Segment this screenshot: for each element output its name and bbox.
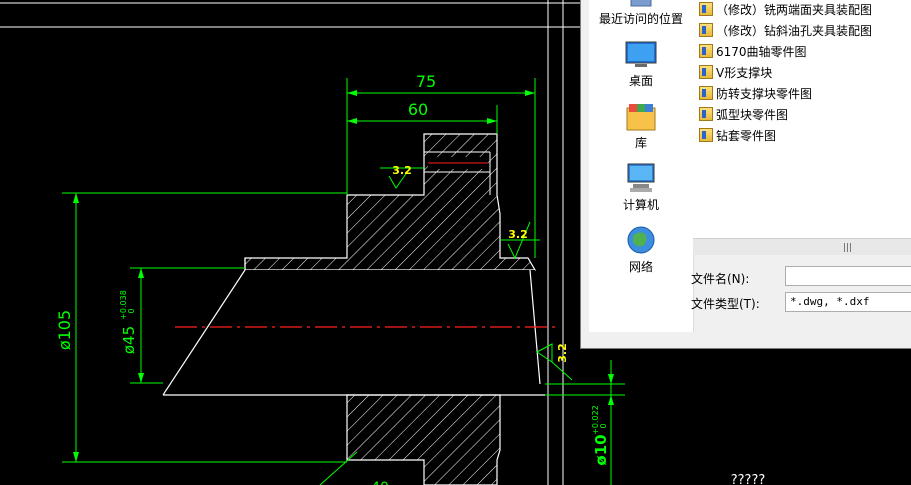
dwg-file-icon — [699, 128, 713, 142]
desktop-icon — [625, 41, 657, 67]
dwg-file-icon — [699, 23, 713, 37]
place-label: 桌面 — [628, 74, 653, 88]
places-bar: 最近访问的位置 桌面 库 计算机 网络 — [589, 0, 694, 332]
scrollbar-grip-icon[interactable]: ||| — [843, 243, 852, 253]
recent-places-icon — [630, 0, 652, 7]
library-icon — [626, 104, 656, 131]
dim-10-label: ø10 — [592, 434, 610, 465]
roughness-label-3: 3.2 — [556, 343, 569, 363]
place-computer[interactable]: 计算机 — [589, 162, 693, 213]
dim-45-tol-upper: +0.038 — [119, 290, 128, 320]
computer-icon — [627, 163, 655, 192]
filename-label: 文件名(N): — [691, 272, 750, 286]
part-section-hatched — [162, 133, 545, 485]
dim-10-tol-lower: 0 — [599, 423, 608, 428]
bottom-annotation: ????? — [731, 473, 766, 485]
place-recent[interactable]: 最近访问的位置 — [589, 0, 693, 27]
place-network[interactable]: 网络 — [589, 224, 693, 275]
list-item[interactable]: V形支撑块 — [699, 64, 772, 82]
dim-60-label: 60 — [408, 100, 428, 119]
dim-45-tol-lower: 0 — [127, 308, 136, 313]
list-item[interactable]: （修改）铣两端面夹具装配图 — [699, 1, 872, 19]
open-file-dialog: 最近访问的位置 桌面 库 计算机 网络 （修改）铣两端面夹具装配图 （修改）钻斜… — [580, 0, 911, 349]
list-item[interactable]: 防转支撑块零件图 — [699, 85, 812, 103]
filetype-label: 文件类型(T): — [691, 297, 760, 311]
place-label: 库 — [634, 136, 647, 150]
dwg-file-icon — [699, 44, 713, 58]
dwg-file-icon — [699, 2, 713, 16]
network-icon — [627, 226, 655, 254]
dwg-file-icon — [699, 86, 713, 100]
place-library[interactable]: 库 — [589, 102, 693, 151]
dwg-file-icon — [699, 65, 713, 79]
list-item[interactable]: 弧型块零件图 — [699, 106, 788, 124]
place-label: 最近访问的位置 — [598, 12, 683, 26]
dim-75-label: 75 — [416, 72, 436, 91]
place-label: 网络 — [628, 260, 653, 274]
list-item[interactable]: 钻套零件图 — [699, 127, 776, 145]
dim-45-label: ø45 — [120, 326, 138, 354]
dwg-file-icon — [699, 107, 713, 121]
roughness-label-1: 3.2 — [392, 164, 412, 177]
list-item[interactable]: 6170曲轴零件图 — [699, 43, 807, 61]
dim-bottom-label: 40 — [371, 480, 389, 485]
horizontal-scrollbar[interactable]: ||| — [693, 238, 911, 255]
roughness-label-2: 3.2 — [508, 228, 528, 241]
filename-input[interactable] — [785, 266, 911, 286]
place-label: 计算机 — [622, 198, 659, 212]
dim-105-label: ø105 — [55, 310, 74, 350]
place-desktop[interactable]: 桌面 — [589, 40, 693, 89]
file-list[interactable]: （修改）铣两端面夹具装配图 （修改）钻斜油孔夹具装配图 6170曲轴零件图 V形… — [693, 0, 911, 238]
dim-10-tol-upper: +0.022 — [591, 405, 600, 435]
filetype-select[interactable]: *.dwg, *.dxf — [785, 292, 911, 312]
list-item[interactable]: （修改）钻斜油孔夹具装配图 — [699, 22, 872, 40]
